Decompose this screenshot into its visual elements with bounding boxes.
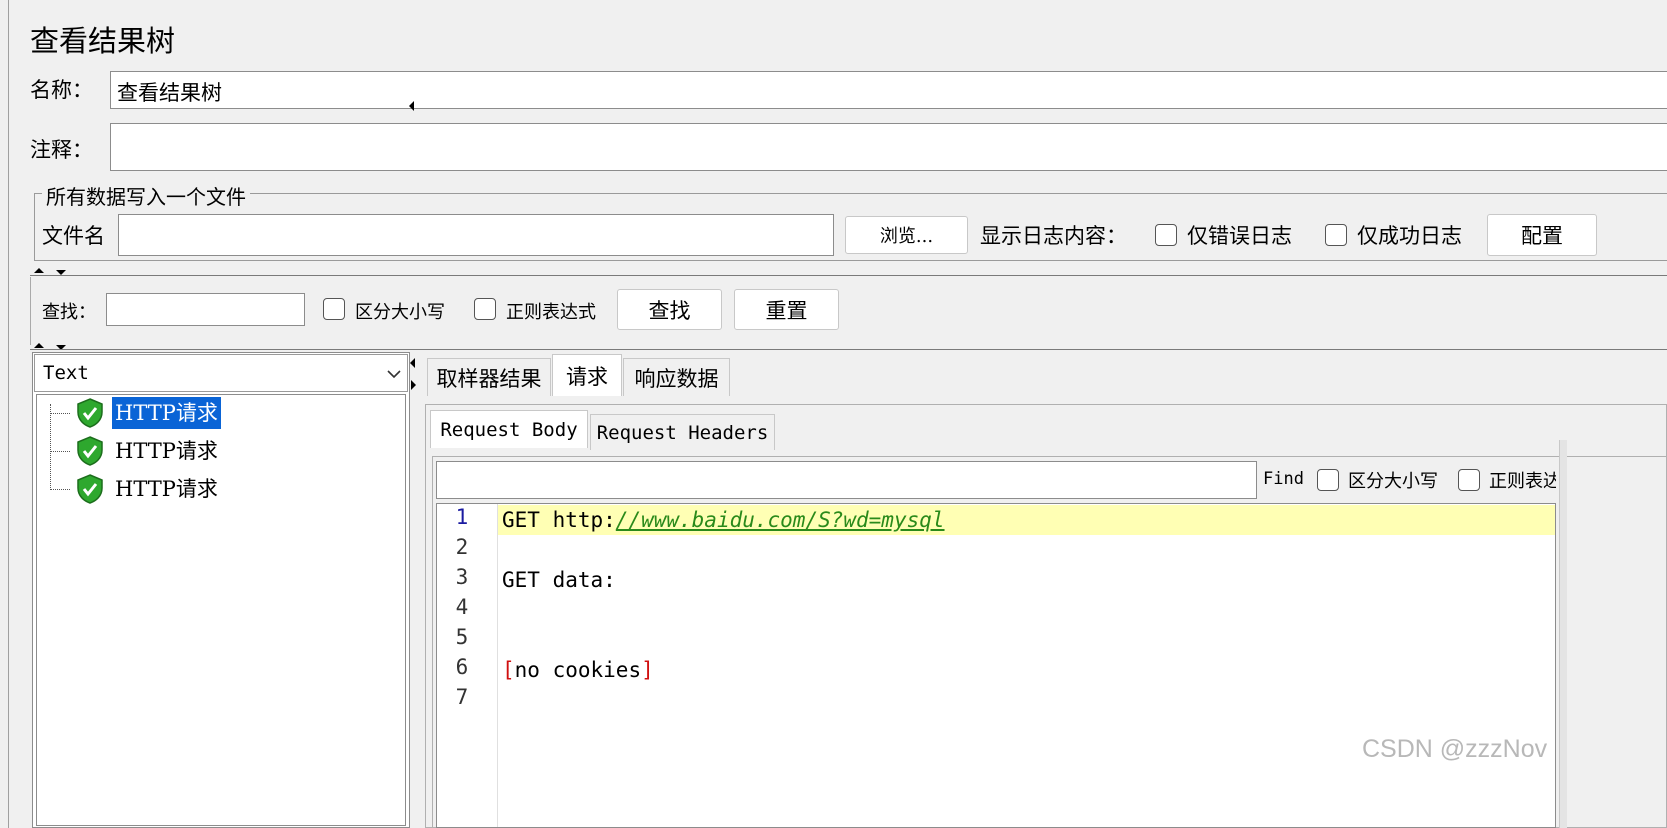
vsplit-left-arrow[interactable] xyxy=(410,358,415,368)
tree-item-http-request[interactable]: HTTP请求 xyxy=(72,471,218,507)
url-link[interactable]: //www.baidu.com/S?wd=mysql xyxy=(616,508,945,532)
watermark: CSDN @zzzNov xyxy=(1362,735,1548,763)
comment-field[interactable] xyxy=(110,123,1667,171)
name-field-value: 查看结果树 xyxy=(117,81,222,105)
success-shield-icon xyxy=(77,474,103,504)
line-number: 3 xyxy=(455,565,469,589)
line-number: 4 xyxy=(455,595,469,619)
tree-connector xyxy=(50,404,51,490)
success-only-label: 仅成功日志 xyxy=(1357,224,1462,248)
find-label: Find xyxy=(1263,469,1304,489)
find-regex-label: 正则表达式 xyxy=(1489,471,1556,492)
tree-item-label: HTTP请求 xyxy=(115,477,218,501)
find-button[interactable]: 查找 xyxy=(617,289,722,330)
name-field[interactable]: 查看结果树 xyxy=(110,71,1667,109)
success-shield-icon xyxy=(77,398,103,428)
code-line-1: GET http://www.baidu.com/S?wd=mysql xyxy=(502,505,945,535)
split-up-arrow[interactable] xyxy=(34,268,44,273)
tree-connector xyxy=(50,489,70,490)
tree-item-http-request[interactable]: HTTP请求 xyxy=(72,395,221,431)
code-editor[interactable]: 1 2 3 4 5 6 7 GET http://www.baidu.com/S… xyxy=(436,503,1556,828)
filename-input[interactable] xyxy=(118,214,834,256)
splitter-line xyxy=(30,275,1667,276)
tab-request-body[interactable]: Request Body xyxy=(430,410,588,448)
tab-response-data[interactable]: 响应数据 xyxy=(623,358,730,396)
line-number: 1 xyxy=(455,505,469,529)
line-number: 2 xyxy=(455,535,469,559)
errors-only-checkbox[interactable] xyxy=(1155,224,1177,246)
renderer-select-value: Text xyxy=(43,362,89,384)
bracket: [ xyxy=(502,658,515,682)
reset-button[interactable]: 重置 xyxy=(734,289,839,330)
page-title: 查看结果树 xyxy=(30,24,176,58)
success-only-checkbox[interactable] xyxy=(1325,224,1347,246)
tree-item-label: HTTP请求 xyxy=(115,439,218,463)
find-case-checkbox[interactable] xyxy=(1317,469,1339,491)
vertical-scrollbar[interactable] xyxy=(1559,440,1567,828)
tree-item-http-request[interactable]: HTTP请求 xyxy=(72,433,218,469)
chevron-down-icon xyxy=(387,370,401,379)
line-number: 6 xyxy=(455,655,469,679)
search-regex-checkbox[interactable] xyxy=(474,298,496,320)
tree-item-label: HTTP请求 xyxy=(112,397,221,429)
search-input[interactable] xyxy=(106,293,305,326)
vsplit-right-arrow[interactable] xyxy=(411,380,416,390)
search-regex-label: 正则表达式 xyxy=(506,302,596,323)
search-case-checkbox[interactable] xyxy=(323,298,345,320)
tree-connector xyxy=(50,413,70,414)
find-regex-checkbox[interactable] xyxy=(1458,469,1480,491)
code-line-3: GET data: xyxy=(502,568,616,592)
line-number: 7 xyxy=(455,685,469,709)
errors-only-label: 仅错误日志 xyxy=(1187,224,1292,248)
search-case-label: 区分大小写 xyxy=(355,302,445,323)
code-text: GET http: xyxy=(502,508,616,532)
tree-connector xyxy=(50,451,70,452)
success-shield-icon xyxy=(77,436,103,466)
browse-button[interactable]: 浏览... xyxy=(845,216,968,254)
split2-up-arrow[interactable] xyxy=(34,343,44,348)
find-regex-label-clip: 正则表达式 xyxy=(1489,462,1556,494)
splitter2-line xyxy=(30,349,1667,350)
group-legend: 所有数据写入一个文件 xyxy=(42,181,250,210)
tab-sampler-result[interactable]: 取样器结果 xyxy=(427,358,551,396)
renderer-select[interactable]: Text xyxy=(34,354,408,392)
find-input[interactable] xyxy=(436,461,1257,499)
code-line-6: [no cookies] xyxy=(502,655,654,685)
panel-left-border xyxy=(8,0,9,828)
find-case-label: 区分大小写 xyxy=(1348,471,1438,492)
comment-label: 注释： xyxy=(30,138,93,162)
split-arrow-left[interactable] xyxy=(409,101,414,111)
configure-button[interactable]: 配置 xyxy=(1487,214,1597,256)
filename-label: 文件名 xyxy=(42,224,105,248)
log-content-label: 显示日志内容： xyxy=(980,224,1127,248)
bracket: ] xyxy=(641,658,654,682)
line-number: 5 xyxy=(455,625,469,649)
tab-request[interactable]: 请求 xyxy=(552,354,622,396)
code-text: no cookies xyxy=(514,658,642,682)
search-label: 查找： xyxy=(42,302,96,323)
name-label: 名称： xyxy=(30,78,93,102)
tab-request-headers[interactable]: Request Headers xyxy=(590,414,775,450)
